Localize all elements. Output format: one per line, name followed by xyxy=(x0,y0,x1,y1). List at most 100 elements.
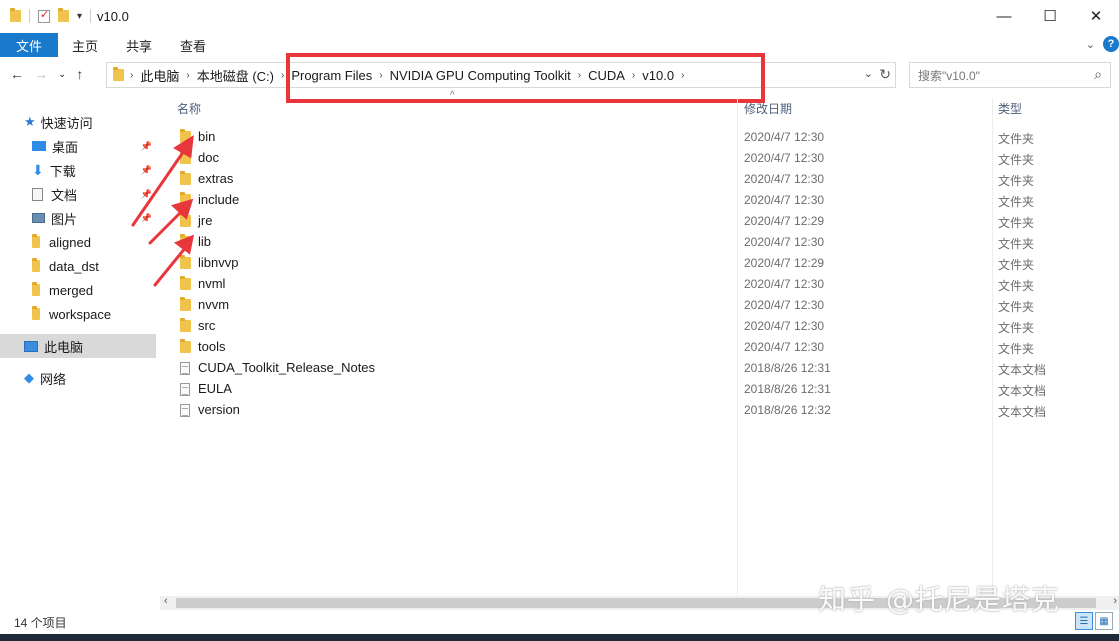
text-file-icon xyxy=(180,404,190,417)
file-name: nvml xyxy=(198,276,226,291)
search-placeholder: 搜索"v10.0" xyxy=(918,68,980,83)
sidebar-item-label: 快速访问 xyxy=(40,115,93,131)
annotation-highlight-box xyxy=(286,53,765,103)
sidebar-item-label: 文档 xyxy=(51,187,78,203)
folder-icon xyxy=(180,339,191,353)
file-type: 文件夹 xyxy=(998,216,1035,230)
file-row[interactable]: EULA 2018/8/26 12:31 文本文档 xyxy=(160,379,1119,400)
file-row[interactable]: version 2018/8/26 12:32 文本文档 xyxy=(160,400,1119,421)
sidebar-item[interactable]: 文档 📌 xyxy=(0,182,156,206)
help-icon[interactable]: ? xyxy=(1103,36,1119,52)
folder-icon xyxy=(113,67,124,81)
tab-share[interactable]: 共享 xyxy=(112,33,166,57)
file-date: 2020/4/7 12:30 xyxy=(744,235,825,249)
pin-icon[interactable]: 📌 xyxy=(141,165,152,176)
file-name: bin xyxy=(198,129,216,144)
file-name: jre xyxy=(198,213,213,228)
search-icon[interactable]: ⌕ xyxy=(1094,66,1102,83)
folder-icon xyxy=(32,282,40,296)
breadcrumb-this-pc[interactable]: 此电脑 xyxy=(133,66,186,85)
file-row[interactable]: nvml 2020/4/7 12:30 文件夹 xyxy=(160,274,1119,295)
folder-icon xyxy=(180,297,191,311)
file-row[interactable]: src 2020/4/7 12:30 文件夹 xyxy=(160,316,1119,337)
folder-icon xyxy=(32,234,40,248)
pin-icon[interactable]: 📌 xyxy=(141,141,152,152)
expand-ribbon-icon[interactable]: ⌄ xyxy=(1086,38,1095,51)
file-date: 2020/4/7 12:30 xyxy=(744,319,825,333)
forward-button[interactable]: → xyxy=(34,66,48,82)
properties-icon[interactable] xyxy=(38,8,50,23)
breadcrumb-local-disk[interactable]: 本地磁盘 (C:) xyxy=(190,66,281,85)
column-header-name[interactable]: 名称 xyxy=(177,100,201,118)
item-count: 14 个项目 xyxy=(14,616,67,630)
file-name: doc xyxy=(198,150,219,165)
file-row[interactable]: nvvm 2020/4/7 12:30 文件夹 xyxy=(160,295,1119,316)
sidebar-item[interactable]: ★ 快速访问 xyxy=(0,110,156,134)
sidebar-item[interactable]: 此电脑 xyxy=(0,334,156,358)
sidebar-item[interactable]: workspace xyxy=(0,302,156,326)
file-row[interactable]: extras 2020/4/7 12:30 文件夹 xyxy=(160,169,1119,190)
folder-icon xyxy=(10,8,21,22)
tab-file[interactable]: 文件 xyxy=(0,33,59,57)
folder-icon xyxy=(180,234,191,248)
quick-access-toolbar: ▾ xyxy=(0,8,92,23)
sidebar-item[interactable]: ⬇ 下载 📌 xyxy=(0,158,156,182)
file-name: extras xyxy=(198,171,234,186)
file-row[interactable]: include 2020/4/7 12:30 文件夹 xyxy=(160,190,1119,211)
large-icons-view-icon[interactable]: ▦ xyxy=(1095,612,1113,630)
recent-locations-icon[interactable]: ⌄ xyxy=(58,69,66,80)
sidebar-item[interactable]: aligned xyxy=(0,230,156,254)
file-date: 2020/4/7 12:29 xyxy=(744,256,825,270)
file-row[interactable]: lib 2020/4/7 12:30 文件夹 xyxy=(160,232,1119,253)
file-name: lib xyxy=(198,234,212,249)
sidebar-item-label: 桌面 xyxy=(52,139,79,155)
navigation-pane: ★ 快速访问 桌面 📌 ⬇ 下载 📌 文档 📌 图片 📌 aligned data_dst merged w… xyxy=(0,98,158,598)
text-file-icon xyxy=(180,383,190,396)
maximize-button[interactable]: ☐ xyxy=(1027,0,1073,32)
sidebar-item[interactable]: 图片 📌 xyxy=(0,206,156,230)
customize-toolbar-icon[interactable]: ▾ xyxy=(77,11,82,22)
minimize-button[interactable]: — xyxy=(981,0,1027,32)
scroll-left-icon[interactable]: ‹ xyxy=(164,595,168,607)
file-type: 文件夹 xyxy=(998,195,1035,209)
sidebar-item[interactable]: ◆ 网络 xyxy=(0,366,156,390)
column-header-type[interactable]: 类型 xyxy=(998,100,1022,118)
file-type: 文本文档 xyxy=(998,363,1047,377)
address-dropdown-icon[interactable]: ⌄ xyxy=(864,67,873,80)
search-input[interactable]: 搜索"v10.0" ⌕ xyxy=(909,62,1111,88)
folder-icon xyxy=(180,318,191,332)
file-name: EULA xyxy=(198,381,232,396)
file-row[interactable]: jre 2020/4/7 12:29 文件夹 xyxy=(160,211,1119,232)
file-row[interactable]: bin 2020/4/7 12:30 文件夹 xyxy=(160,127,1119,148)
up-button[interactable]: ↑ xyxy=(76,66,83,82)
tab-home[interactable]: 主页 xyxy=(58,33,112,57)
sidebar-item[interactable]: 桌面 📌 xyxy=(0,134,156,158)
taskbar-edge xyxy=(0,634,1119,641)
file-row[interactable]: CUDA_Toolkit_Release_Notes 2018/8/26 12:3… xyxy=(160,358,1119,379)
details-view-icon[interactable]: ☰ xyxy=(1075,612,1093,630)
file-row[interactable]: tools 2020/4/7 12:30 文件夹 xyxy=(160,337,1119,358)
sidebar-item[interactable]: data_dst xyxy=(0,254,156,278)
file-row[interactable]: libnvvp 2020/4/7 12:29 文件夹 xyxy=(160,253,1119,274)
navigation-buttons: ← → ⌄ ↑ xyxy=(10,66,83,82)
new-folder-icon[interactable] xyxy=(58,8,69,22)
folder-icon xyxy=(180,255,191,269)
sidebar-item-label: merged xyxy=(49,282,94,298)
back-button[interactable]: ← xyxy=(10,66,24,82)
file-type: 文件夹 xyxy=(998,300,1035,314)
pin-icon[interactable]: 📌 xyxy=(141,213,152,224)
close-button[interactable]: ✕ xyxy=(1073,0,1119,32)
file-date: 2020/4/7 12:29 xyxy=(744,214,825,228)
desktop-icon xyxy=(32,141,46,151)
file-date: 2020/4/7 12:30 xyxy=(744,298,825,312)
column-header-date[interactable]: 修改日期 xyxy=(744,100,792,118)
file-type: 文件夹 xyxy=(998,258,1035,272)
sidebar-item[interactable]: merged xyxy=(0,278,156,302)
folder-icon xyxy=(180,276,191,290)
tab-view[interactable]: 查看 xyxy=(166,33,220,57)
file-row[interactable]: doc 2020/4/7 12:30 文件夹 xyxy=(160,148,1119,169)
refresh-icon[interactable]: ↻ xyxy=(879,66,891,83)
scroll-right-icon[interactable]: › xyxy=(1113,595,1117,607)
pin-icon[interactable]: 📌 xyxy=(141,189,152,200)
sidebar-item-label: 图片 xyxy=(51,211,78,227)
